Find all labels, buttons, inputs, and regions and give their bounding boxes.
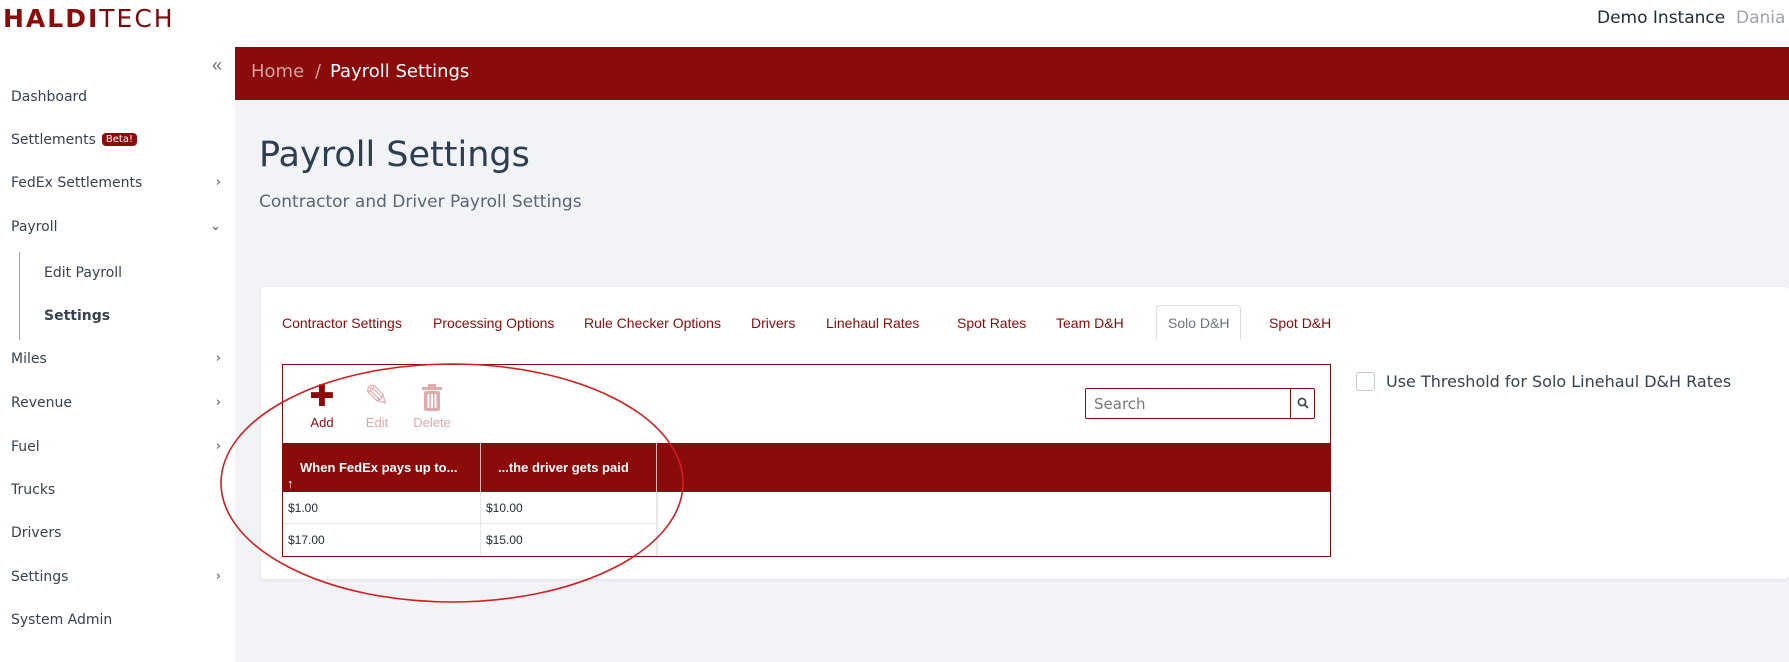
table-cell: $15.00: [481, 524, 657, 556]
sidebar-item-settlements[interactable]: Settlements Beta!: [11, 132, 221, 154]
logo-light: TECH: [99, 4, 175, 33]
tab-drivers[interactable]: Drivers: [751, 305, 795, 340]
chevron-right-icon: ›: [215, 569, 221, 584]
sidebar-item-label: Revenue: [11, 395, 72, 411]
chevron-right-icon: ›: [215, 175, 221, 190]
sidebar-item-label: Trucks: [11, 482, 56, 498]
haldi-tech-logo[interactable]: HALDITECH: [3, 4, 175, 33]
trash-icon: [407, 379, 457, 415]
search-box: [1085, 388, 1315, 419]
user-name[interactable]: Dania: [1736, 8, 1785, 28]
threshold-checkbox[interactable]: [1356, 372, 1375, 391]
edit-label: Edit: [365, 415, 389, 430]
search-input[interactable]: [1086, 389, 1286, 418]
column-header-fedex-pays[interactable]: ↑ When FedEx pays up to...: [283, 443, 481, 492]
sidebar-item-fedex-settlements[interactable]: FedEx Settlements ›: [11, 175, 221, 197]
tab-rule-checker-options[interactable]: Rule Checker Options: [584, 305, 721, 340]
sidebar-item-label: Payroll: [11, 219, 58, 235]
sidebar-subitem-edit-payroll[interactable]: Edit Payroll: [44, 265, 122, 281]
tab-spot-rates[interactable]: Spot Rates: [957, 305, 1026, 340]
sidebar-item-label: Drivers: [11, 525, 62, 541]
table-cell: $10.00: [481, 492, 657, 524]
column-divider: [657, 492, 658, 556]
tab-contractor-settings[interactable]: Contractor Settings: [282, 305, 402, 340]
table-cell: $1.00: [283, 492, 481, 524]
column-label: When FedEx pays up to...: [300, 460, 458, 475]
breadcrumb-home[interactable]: Home: [251, 61, 304, 82]
settings-card: Contractor Settings Processing Options R…: [261, 287, 1789, 579]
delete-button[interactable]: Delete: [407, 379, 457, 430]
breadcrumb: Home / Payroll Settings: [235, 47, 1789, 100]
chevron-right-icon: ›: [215, 395, 221, 410]
sidebar-item-label: FedEx Settlements: [11, 175, 143, 191]
sidebar-item-label: Dashboard: [11, 89, 87, 105]
main-content: Home / Payroll Settings Payroll Settings…: [235, 47, 1789, 662]
table-header: ↑ When FedEx pays up to... ...the driver…: [283, 443, 1330, 492]
submenu-divider: [19, 252, 20, 340]
tab-processing-options[interactable]: Processing Options: [433, 305, 554, 340]
page-title: Payroll Settings: [259, 135, 530, 175]
double-chevron-left-icon[interactable]: «: [212, 55, 222, 76]
tab-linehaul-rates[interactable]: Linehaul Rates: [826, 305, 919, 340]
column-header-driver-paid[interactable]: ...the driver gets paid: [481, 443, 657, 492]
instance-name[interactable]: Demo Instance: [1597, 8, 1725, 28]
edit-button[interactable]: ✎ Edit: [352, 379, 402, 430]
top-header: HALDITECH Demo Instance Dania: [0, 0, 1789, 47]
sidebar-item-settings[interactable]: Settings ›: [11, 569, 221, 591]
logo-bold: HALDI: [3, 4, 100, 33]
chevron-right-icon: ›: [215, 351, 221, 366]
tab-spot-dh[interactable]: Spot D&H: [1269, 305, 1331, 340]
search-icon[interactable]: [1290, 389, 1314, 418]
sidebar-item-label: Settings: [11, 569, 69, 585]
pencil-icon: ✎: [364, 380, 390, 413]
tab-team-dh[interactable]: Team D&H: [1056, 305, 1124, 340]
delete-label: Delete: [413, 415, 451, 430]
chevron-down-icon: ⌄: [210, 219, 221, 234]
chevron-right-icon: ›: [215, 439, 221, 454]
sidebar-item-drivers[interactable]: Drivers: [11, 525, 221, 547]
breadcrumb-current: Payroll Settings: [330, 61, 470, 82]
sidebar-item-system-admin[interactable]: System Admin: [11, 612, 221, 634]
sidebar-item-revenue[interactable]: Revenue ›: [11, 395, 221, 417]
sidebar-item-payroll[interactable]: Payroll ⌄: [11, 219, 221, 241]
add-label: Add: [310, 415, 334, 430]
sidebar-item-label: Miles: [11, 351, 47, 367]
beta-badge: Beta!: [101, 133, 137, 146]
sidebar-item-label: System Admin: [11, 612, 113, 628]
column-label: ...the driver gets paid: [498, 460, 629, 475]
table-row[interactable]: $1.00 $10.00: [283, 492, 657, 524]
rates-grid: ✚ Add ✎ Edit Delete Search ↑ When FedEx …: [282, 364, 1331, 557]
table-row[interactable]: $17.00 $15.00: [283, 524, 657, 556]
threshold-option[interactable]: Use Threshold for Solo Linehaul D&H Rate…: [1356, 372, 1731, 391]
sidebar-item-trucks[interactable]: Trucks: [11, 482, 221, 504]
sidebar-item-dashboard[interactable]: Dashboard: [11, 89, 221, 111]
sidebar: « Dashboard Settlements Beta! FedEx Settl…: [0, 47, 235, 662]
add-button[interactable]: ✚ Add: [297, 379, 347, 430]
sidebar-item-miles[interactable]: Miles ›: [11, 351, 221, 373]
sidebar-subitem-settings[interactable]: Settings: [44, 308, 110, 324]
sidebar-item-fuel[interactable]: Fuel ›: [11, 439, 221, 461]
breadcrumb-separator: /: [315, 61, 322, 82]
page-subtitle: Contractor and Driver Payroll Settings: [259, 192, 582, 212]
threshold-label: Use Threshold for Solo Linehaul D&H Rate…: [1386, 372, 1732, 391]
tab-solo-dh[interactable]: Solo D&H: [1156, 305, 1242, 340]
sidebar-item-label: Fuel: [11, 439, 40, 455]
plus-icon: ✚: [309, 380, 335, 413]
sidebar-item-label: Settlements: [11, 132, 96, 148]
table-cell: $17.00: [283, 524, 481, 556]
